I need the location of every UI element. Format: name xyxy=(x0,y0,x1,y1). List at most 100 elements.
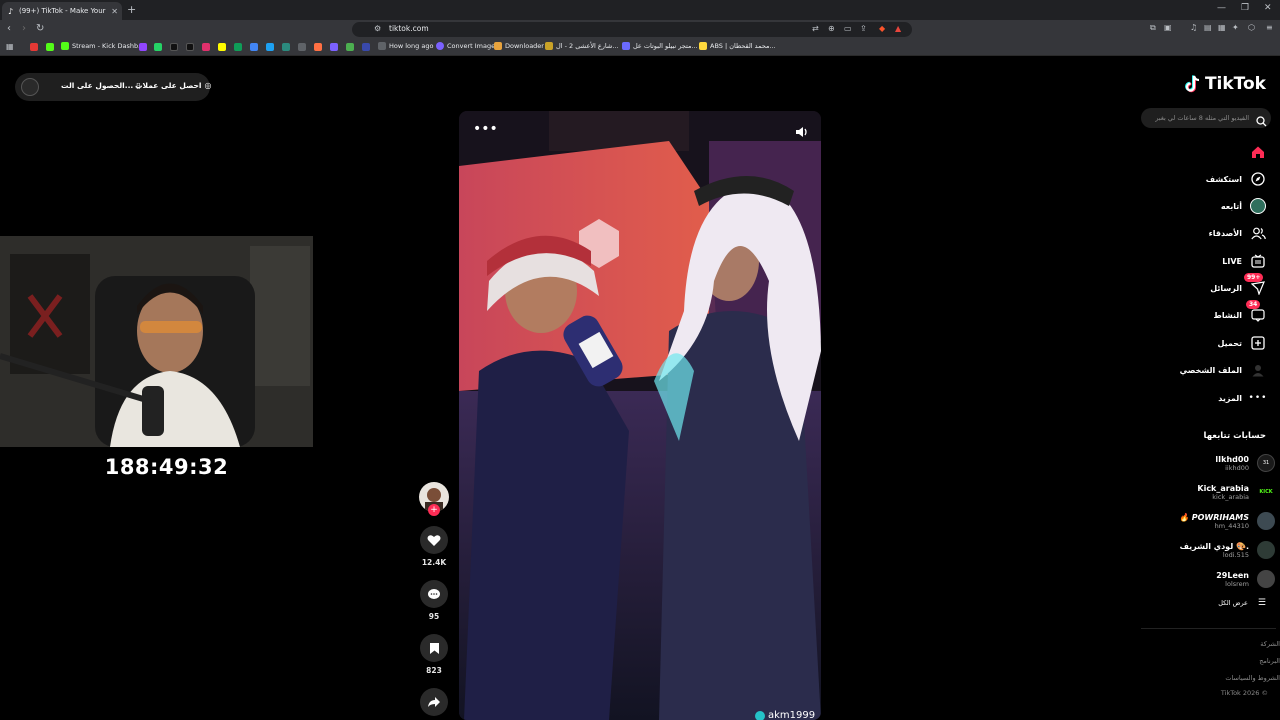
tab-bookmark-icon[interactable] xyxy=(362,43,370,51)
search-box[interactable] xyxy=(1141,108,1271,128)
account-name: 29Leen xyxy=(1216,570,1249,580)
save-button[interactable] xyxy=(420,634,448,662)
followed-account[interactable]: 🔥 POWRIHAMS hm_44310 xyxy=(1145,510,1275,532)
followed-account[interactable]: Kick_arabia kick_arabia KICK xyxy=(1145,481,1275,503)
search-input[interactable] xyxy=(1151,112,1249,124)
nav-messages[interactable]: الرسائل 99+ xyxy=(1136,273,1266,298)
heart-icon xyxy=(427,534,441,546)
nav-friends[interactable]: الأصدقاء xyxy=(1136,223,1266,243)
nav-label: استكشف xyxy=(1205,174,1242,184)
messages-icon: 99+ xyxy=(1244,273,1266,296)
video-author-handle[interactable]: akm1999 xyxy=(755,710,815,720)
rewards-icon[interactable]: ▲ xyxy=(895,24,901,33)
nav-upload[interactable]: تحميل xyxy=(1136,333,1266,353)
twitch-bookmark-icon[interactable] xyxy=(139,43,147,51)
account-name: Kick_arabia xyxy=(1197,483,1249,493)
music-icon[interactable]: ♫ xyxy=(1190,23,1197,32)
screenshot-icon[interactable]: ▦ xyxy=(1218,23,1226,32)
whatsapp-bookmark-icon[interactable] xyxy=(154,43,162,51)
nav-more[interactable]: المزيد ••• xyxy=(1136,388,1266,408)
zoom-icon[interactable]: ⊕ xyxy=(828,24,835,33)
menu-icon[interactable]: ≡ xyxy=(1266,23,1273,32)
coin-icon: ◎ xyxy=(204,81,212,90)
misc-bookmark-icon[interactable] xyxy=(314,43,322,51)
share-button[interactable] xyxy=(420,688,448,716)
account-name: 🔥 POWRIHAMS xyxy=(1179,512,1249,522)
followed-account[interactable]: lIkhd00 iikhd00 31 xyxy=(1145,452,1275,474)
download-icon xyxy=(494,42,502,50)
reload-icon[interactable]: ↻ xyxy=(36,23,44,34)
search-icon[interactable] xyxy=(1256,112,1267,131)
author-avatar-button[interactable]: + xyxy=(419,482,449,516)
bookmark-how-long-ago[interactable]: How long ago xyxy=(378,42,433,50)
account-names: lIkhd00 iikhd00 xyxy=(1215,455,1249,472)
followed-account[interactable]: لودي الشريف 🎨. lodi.515 xyxy=(1145,539,1275,561)
followed-account[interactable]: 29Leen lolsrem xyxy=(1145,568,1275,590)
get-coins-link[interactable]: احصل على عملات ◎ xyxy=(135,81,211,90)
docs-bookmark-icon[interactable] xyxy=(250,43,258,51)
comment-icon xyxy=(428,588,440,599)
like-button[interactable] xyxy=(420,526,448,554)
footer-terms-link[interactable]: الشروط والسياسات xyxy=(1225,674,1280,682)
bookmark-bots-store[interactable]: متجر نبيلو البوتات عل... xyxy=(622,42,698,50)
nav-live[interactable]: LIVE xyxy=(1136,251,1266,271)
translate-icon[interactable]: ⇄ xyxy=(812,24,819,33)
address-bar[interactable]: ⚙ tiktok.com ⇄ ⊕ ▭ ⇪ ◆ ▲ xyxy=(352,22,912,37)
brave-shield-icon[interactable]: ◆ xyxy=(879,24,885,33)
browser-tab[interactable]: ♪ (99+) TikTok - Make Your Day ✕ xyxy=(2,2,122,20)
link-bookmark-icon[interactable] xyxy=(266,43,274,51)
github-bookmark-icon[interactable] xyxy=(298,43,306,51)
instagram-bookmark-icon[interactable] xyxy=(202,43,210,51)
kick-bookmark-icon[interactable] xyxy=(46,43,54,51)
minimize-icon[interactable]: — xyxy=(1217,3,1226,13)
see-all-button[interactable]: عرض الكل ☰ xyxy=(1218,598,1266,608)
nav-profile[interactable]: الملف الشخصي xyxy=(1136,360,1266,380)
compass-icon xyxy=(1250,171,1266,187)
cast-icon[interactable]: ▭ xyxy=(844,24,852,33)
close-tab-icon[interactable]: ✕ xyxy=(111,7,118,16)
video-actions: + 12.4K 95 823 108 xyxy=(414,482,454,720)
vpn-icon[interactable]: ⬡ xyxy=(1248,23,1255,32)
s-bookmark-icon[interactable] xyxy=(330,43,338,51)
bookmark-downloader[interactable]: Downloader xyxy=(494,42,544,50)
nav-activity[interactable]: النشاط 34 xyxy=(1136,300,1266,325)
video-player[interactable]: ••• akm1999 xyxy=(459,111,821,720)
tab-title: (99+) TikTok - Make Your Day xyxy=(19,7,107,15)
new-tab-icon[interactable]: + xyxy=(127,3,136,16)
comment-button[interactable] xyxy=(420,580,448,608)
follow-plus-icon[interactable]: + xyxy=(428,504,440,516)
reader-icon[interactable]: ▤ xyxy=(1204,23,1212,32)
sidepanel-icon[interactable]: ▣ xyxy=(1164,23,1172,32)
x-bookmark-icon[interactable] xyxy=(170,43,178,51)
site-info-icon[interactable]: ⚙ xyxy=(374,24,381,33)
tiktok-logo[interactable]: TikTok xyxy=(1184,74,1266,94)
bookmark-convert-image[interactable]: Convert Image xyxy=(436,42,495,50)
tool-bookmark-icon[interactable] xyxy=(282,43,290,51)
more-options-icon[interactable]: ••• xyxy=(473,121,498,137)
forward-icon[interactable]: › xyxy=(22,23,26,34)
sheets-bookmark-icon[interactable] xyxy=(234,43,242,51)
footer-company-link[interactable]: الشركة xyxy=(1260,640,1280,648)
puzzle-icon[interactable]: ✦ xyxy=(1232,23,1239,32)
bookmark-kick-dashboard[interactable]: Stream - Kick Dashb... xyxy=(61,42,144,50)
volume-icon[interactable] xyxy=(795,123,809,142)
window-close-icon[interactable]: ✕ xyxy=(1264,3,1272,13)
nav-explore[interactable]: استكشف xyxy=(1136,169,1266,189)
cloud-bookmark-icon[interactable] xyxy=(346,43,354,51)
get-app-link[interactable]: الحصول على الت... ▯ xyxy=(61,81,141,90)
tiktok-bookmark-icon[interactable] xyxy=(186,43,194,51)
maximize-icon[interactable]: ❐ xyxy=(1241,3,1249,13)
nav-following[interactable]: أتابعه xyxy=(1136,196,1266,216)
footer-program-link[interactable]: البرنامج xyxy=(1259,657,1280,665)
avatar[interactable] xyxy=(21,78,39,96)
share-icon[interactable]: ⇪ xyxy=(860,24,867,33)
extensions-icon[interactable]: ⧉ xyxy=(1150,23,1156,33)
nav-home[interactable] xyxy=(1136,142,1266,162)
back-icon[interactable]: ‹ xyxy=(7,23,11,34)
bookmark-street[interactable]: شارع الأعشى 2 - ال... xyxy=(545,42,619,50)
snapchat-bookmark-icon[interactable] xyxy=(218,43,226,51)
bookmark-abs[interactable]: ABS | محمد القحطان... xyxy=(699,42,776,50)
youtube-bookmark-icon[interactable] xyxy=(30,43,38,51)
upload-icon xyxy=(1250,335,1266,351)
apps-grid-icon[interactable]: ▦ xyxy=(6,42,14,51)
